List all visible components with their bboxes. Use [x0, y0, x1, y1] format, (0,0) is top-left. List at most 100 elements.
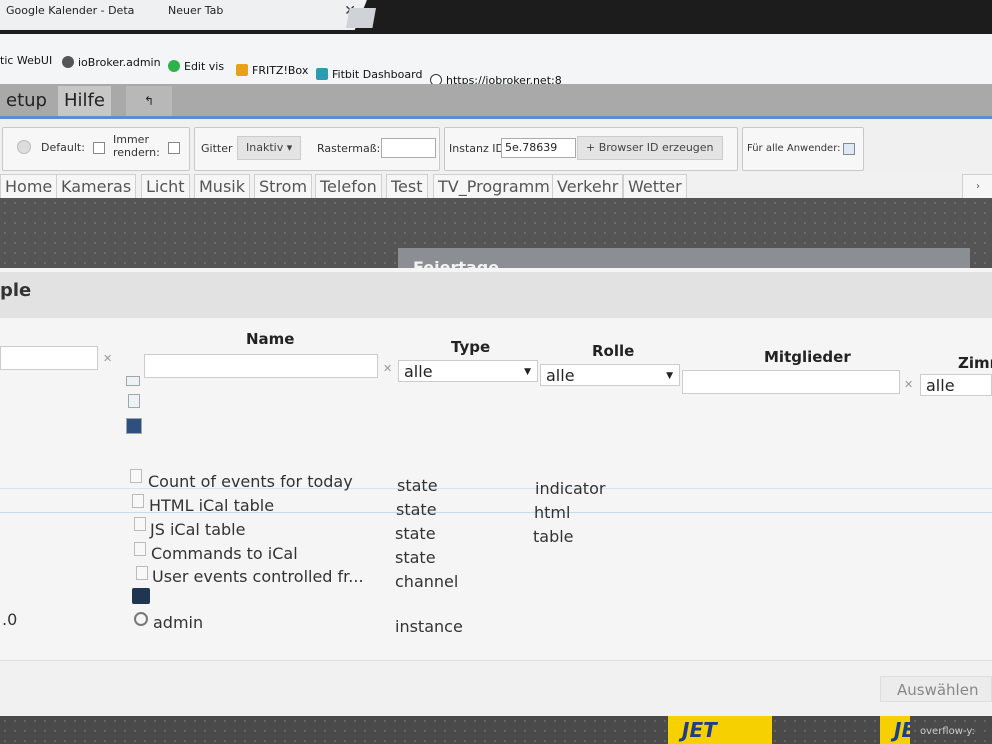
column-rolle[interactable]: Rolle: [592, 342, 634, 360]
document-icon[interactable]: [128, 394, 140, 408]
dialog-title: ple: [0, 272, 992, 318]
instanz-label: Instanz ID: [449, 142, 504, 155]
new-tab-button[interactable]: [346, 8, 376, 28]
default-label: Default:: [41, 141, 85, 154]
chevron-right-icon[interactable]: ›: [962, 174, 992, 201]
row-name: Commands to iCal: [151, 544, 298, 563]
tab-wetter[interactable]: Wetter: [623, 174, 687, 201]
chevron-down-icon: ▼: [666, 371, 673, 381]
row-type: channel: [395, 572, 459, 591]
tab-kameras[interactable]: Kameras: [56, 174, 137, 201]
ical-adapter-icon: [132, 588, 150, 604]
browser-tab-google-calendar[interactable]: Google Kalender - Deta ✕: [0, 0, 185, 30]
browser-id-button[interactable]: + Browser ID erzeugen: [577, 136, 723, 160]
auswaehlen-button[interactable]: Auswählen: [880, 676, 992, 702]
id-filter-input[interactable]: [0, 346, 98, 370]
bookmark-label: ioBroker.admin: [78, 56, 161, 69]
tab-verkehr[interactable]: Verkehr: [552, 174, 624, 201]
folder-icon[interactable]: [126, 376, 140, 386]
bookmark-iobroker-admin[interactable]: ioBroker.admin: [62, 56, 161, 70]
canvas-bottom: [0, 716, 992, 744]
row-name: JS iCal table: [150, 520, 246, 539]
bookmark-label: Edit vis: [184, 60, 225, 73]
plus-icon: +: [586, 141, 599, 154]
tab-licht[interactable]: Licht: [141, 174, 190, 201]
bookmark-fritzbox[interactable]: FRITZ!Box: [236, 64, 308, 78]
default-checkbox[interactable]: [93, 142, 105, 154]
column-type[interactable]: Type: [451, 338, 490, 356]
row-role: indicator: [535, 479, 606, 498]
settings-icon[interactable]: [17, 140, 31, 154]
column-name[interactable]: Name: [246, 330, 294, 348]
tab-telefon[interactable]: Telefon: [315, 174, 382, 201]
immer-label-2: rendern:: [113, 146, 160, 159]
browser-tab-new-tab[interactable]: Neuer Tab ✕: [162, 0, 367, 30]
row-name: Count of events for today: [148, 472, 353, 491]
rastermass-input[interactable]: [381, 138, 436, 158]
type-filter-select[interactable]: alle ▼: [398, 360, 538, 382]
name-filter-input[interactable]: [144, 354, 378, 378]
menu-hilfe[interactable]: Hilfe: [58, 86, 111, 116]
rolle-filter-select[interactable]: alle ▼: [540, 364, 680, 386]
zimmer-filter-select[interactable]: alle: [920, 374, 992, 396]
state-icon: [134, 517, 146, 531]
editor-toolbar: Default: Immer rendern: Gitter Inaktiv ▾…: [0, 116, 992, 177]
object-select-dialog: [0, 268, 992, 718]
dialog-footer: [0, 660, 992, 719]
rolle-filter-value: alle: [546, 366, 575, 385]
row-type: instance: [395, 617, 463, 636]
all-users-group: Für alle Anwender:: [742, 127, 864, 171]
fritzbox-icon: [236, 64, 248, 76]
mitglieder-filter-input[interactable]: [682, 370, 900, 394]
globe-icon: [62, 56, 74, 68]
grid-options-group: Gitter Inaktiv ▾ Rastermaß:: [194, 127, 440, 171]
jet-logo-2: JE: [880, 716, 910, 744]
state-icon: [134, 542, 146, 556]
state-icon: [132, 494, 144, 508]
jet-logo: JET: [668, 716, 772, 744]
column-zimmer[interactable]: Zimm: [958, 354, 992, 372]
browser-tab-strip: Google Kalender - Deta ✕ Neuer Tab ✕: [0, 0, 992, 34]
gitter-value: Inaktiv: [246, 141, 284, 154]
fuer-alle-checkbox[interactable]: [843, 143, 855, 155]
tab-home[interactable]: Home: [0, 174, 58, 201]
immer-rendern-checkbox[interactable]: [168, 142, 180, 154]
row-type: state: [395, 548, 436, 567]
instance-group: Instanz ID 5e.78639 + Browser ID erzeuge…: [444, 127, 738, 171]
bookmark-edit-vis[interactable]: Edit vis: [168, 60, 224, 74]
fuer-alle-label: Für alle Anwender:: [747, 143, 841, 154]
clear-icon[interactable]: ✕: [103, 352, 112, 365]
row-type: state: [397, 476, 438, 495]
menu-setup[interactable]: etup: [0, 86, 53, 116]
undo-icon[interactable]: ↰: [126, 86, 172, 116]
row-left-value: .0: [2, 610, 18, 629]
row-name: HTML iCal table: [149, 496, 275, 515]
tab-test[interactable]: Test: [386, 174, 428, 201]
gitter-select[interactable]: Inaktiv ▾: [237, 136, 302, 160]
tab-strom[interactable]: Strom: [254, 174, 313, 201]
overflow-text: overflow-y:: [920, 726, 975, 737]
browser-id-label: Browser ID erzeugen: [598, 141, 714, 154]
row-name: admin: [153, 613, 204, 632]
state-icon: [130, 469, 142, 483]
instanz-id-input[interactable]: 5e.78639: [501, 138, 576, 158]
row-name: User events controlled fr...: [152, 567, 364, 586]
zimmer-filter-value: alle: [926, 376, 955, 395]
tab-title: Neuer Tab: [168, 4, 224, 17]
bookmark-webui[interactable]: tic WebUI: [0, 54, 52, 68]
clear-icon[interactable]: ✕: [383, 362, 392, 375]
row-role: table: [533, 527, 574, 546]
calendar-icon[interactable]: [126, 418, 142, 434]
row-type: state: [396, 500, 437, 519]
fitbit-icon: [316, 68, 328, 80]
column-mitglieder[interactable]: Mitglieder: [764, 348, 851, 366]
row-type: state: [395, 524, 436, 543]
tab-musik[interactable]: Musik: [194, 174, 250, 201]
type-filter-value: alle: [404, 362, 433, 381]
chevron-down-icon: ▼: [524, 367, 531, 377]
channel-icon: [136, 566, 148, 580]
immer-label-1: Immer: [113, 133, 149, 146]
bookmark-fitbit[interactable]: Fitbit Dashboard: [316, 68, 422, 82]
clear-icon[interactable]: ✕: [904, 378, 913, 391]
tab-tv-programm[interactable]: TV_Programm: [433, 174, 555, 201]
